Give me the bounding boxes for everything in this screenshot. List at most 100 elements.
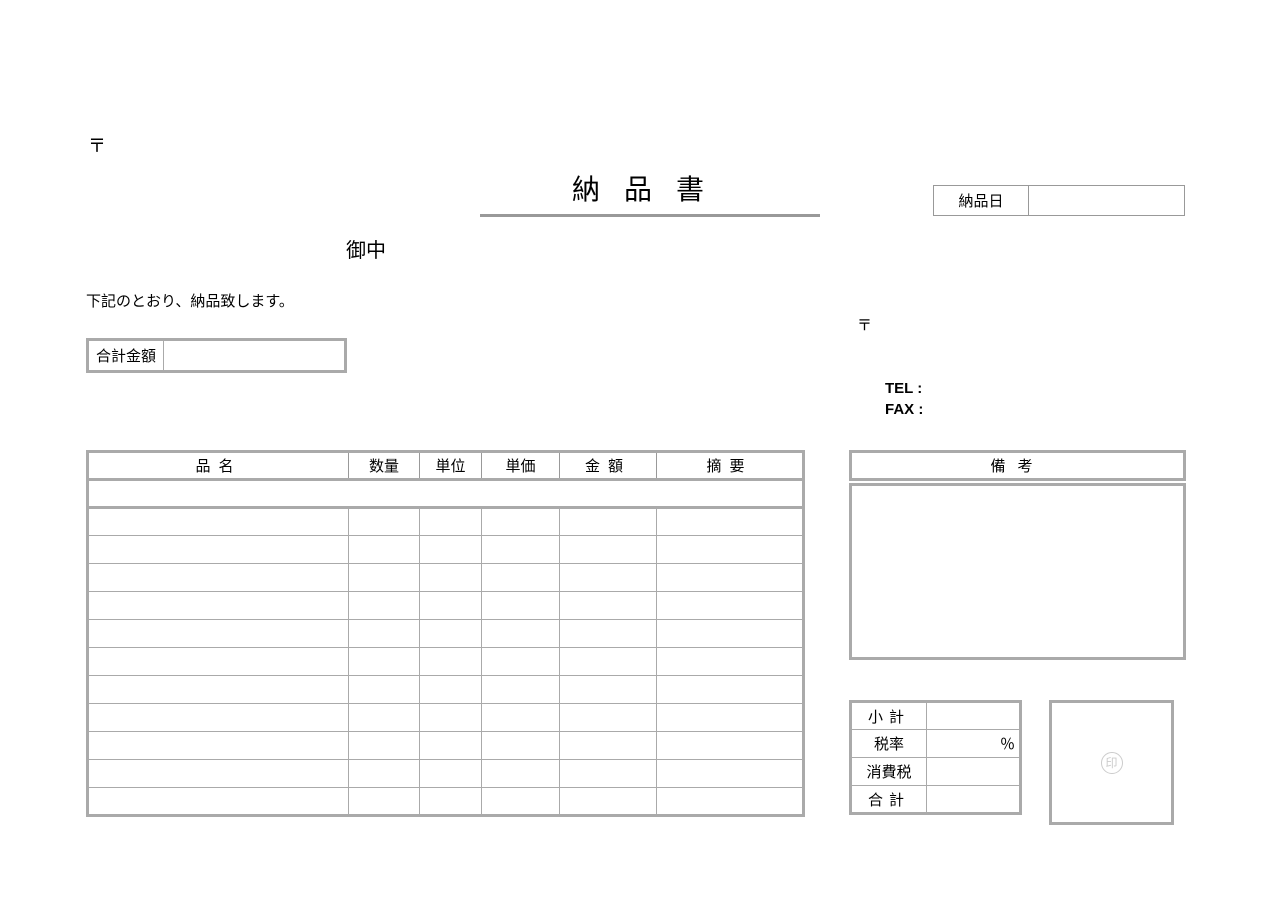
summary-row-subtotal: 小計 bbox=[851, 702, 1021, 730]
table-cell[interactable] bbox=[560, 732, 657, 760]
table-cell[interactable] bbox=[657, 648, 804, 676]
table-cell[interactable] bbox=[657, 508, 804, 536]
table-cell[interactable] bbox=[560, 676, 657, 704]
table-cell[interactable] bbox=[349, 676, 420, 704]
remarks-box[interactable] bbox=[849, 483, 1186, 660]
table-cell[interactable] bbox=[482, 732, 560, 760]
delivery-date-label: 納品日 bbox=[934, 186, 1029, 215]
table-cell[interactable] bbox=[349, 564, 420, 592]
table-cell[interactable] bbox=[657, 592, 804, 620]
table-cell[interactable] bbox=[349, 788, 420, 816]
table-cell[interactable] bbox=[482, 704, 560, 732]
table-cell[interactable] bbox=[420, 536, 482, 564]
table-cell[interactable] bbox=[560, 648, 657, 676]
table-cell[interactable] bbox=[560, 788, 657, 816]
recipient-suffix: 御中 bbox=[346, 234, 386, 263]
table-cell[interactable] bbox=[482, 536, 560, 564]
header-note: 摘要 bbox=[657, 452, 804, 480]
table-cell[interactable] bbox=[349, 620, 420, 648]
table-cell[interactable] bbox=[349, 732, 420, 760]
table-cell[interactable] bbox=[420, 648, 482, 676]
table-cell[interactable] bbox=[349, 536, 420, 564]
table-row bbox=[88, 536, 804, 564]
table-cell[interactable] bbox=[88, 704, 349, 732]
table-cell[interactable] bbox=[482, 592, 560, 620]
table-cell[interactable] bbox=[657, 676, 804, 704]
tel-label: TEL : bbox=[885, 380, 922, 397]
intro-text: 下記のとおり、納品致します。 bbox=[86, 290, 294, 311]
table-cell[interactable] bbox=[560, 508, 657, 536]
delivery-date-value[interactable] bbox=[1029, 186, 1184, 215]
table-cell[interactable] bbox=[88, 788, 349, 816]
table-cell[interactable] bbox=[482, 508, 560, 536]
table-cell[interactable] bbox=[560, 620, 657, 648]
subtotal-label: 小計 bbox=[851, 702, 927, 730]
table-cell[interactable] bbox=[349, 592, 420, 620]
table-cell[interactable] bbox=[420, 704, 482, 732]
stamp-box: 印 bbox=[1049, 700, 1174, 825]
delivery-date-box: 納品日 bbox=[933, 185, 1185, 216]
postal-mark-left: 〒 bbox=[88, 132, 106, 158]
table-cell[interactable] bbox=[482, 620, 560, 648]
table-cell[interactable] bbox=[482, 676, 560, 704]
table-cell[interactable] bbox=[482, 564, 560, 592]
table-row bbox=[88, 704, 804, 732]
tax-value[interactable] bbox=[927, 758, 1021, 786]
table-cell[interactable] bbox=[88, 760, 349, 788]
table-cell[interactable] bbox=[349, 508, 420, 536]
table-cell[interactable] bbox=[420, 732, 482, 760]
table-cell[interactable] bbox=[88, 676, 349, 704]
table-row bbox=[88, 508, 804, 536]
table-cell[interactable] bbox=[560, 760, 657, 788]
table-cell[interactable] bbox=[420, 788, 482, 816]
table-cell[interactable] bbox=[560, 564, 657, 592]
table-cell[interactable] bbox=[349, 648, 420, 676]
table-cell[interactable] bbox=[88, 564, 349, 592]
header-qty: 数量 bbox=[349, 452, 420, 480]
table-cell[interactable] bbox=[657, 788, 804, 816]
header-name: 品名 bbox=[88, 452, 349, 480]
table-cell[interactable] bbox=[420, 508, 482, 536]
taxrate-label: 税率 bbox=[851, 730, 927, 758]
table-cell[interactable] bbox=[88, 620, 349, 648]
total-label: 合計 bbox=[851, 786, 927, 814]
table-cell[interactable] bbox=[560, 536, 657, 564]
table-cell[interactable] bbox=[657, 760, 804, 788]
table-cell[interactable] bbox=[420, 760, 482, 788]
table-row bbox=[88, 732, 804, 760]
summary-row-taxrate: 税率 ％ bbox=[851, 730, 1021, 758]
table-cell[interactable] bbox=[88, 732, 349, 760]
table-cell[interactable] bbox=[482, 648, 560, 676]
table-cell[interactable] bbox=[349, 704, 420, 732]
table-cell[interactable] bbox=[88, 592, 349, 620]
table-cell[interactable] bbox=[88, 536, 349, 564]
total-amount-value[interactable] bbox=[164, 341, 344, 370]
subtotal-value[interactable] bbox=[927, 702, 1021, 730]
table-cell[interactable] bbox=[560, 704, 657, 732]
table-cell[interactable] bbox=[657, 536, 804, 564]
header-price: 単価 bbox=[482, 452, 560, 480]
summary-table: 小計 税率 ％ 消費税 合計 bbox=[849, 700, 1022, 815]
table-row bbox=[88, 788, 804, 816]
table-cell[interactable] bbox=[420, 592, 482, 620]
table-cell[interactable] bbox=[88, 508, 349, 536]
table-cell[interactable] bbox=[657, 620, 804, 648]
table-cell[interactable] bbox=[657, 732, 804, 760]
table-cell[interactable] bbox=[420, 676, 482, 704]
table-cell[interactable] bbox=[482, 760, 560, 788]
document-title: 納品書 bbox=[480, 168, 820, 217]
total-amount-box: 合計金額 bbox=[86, 338, 347, 373]
table-row bbox=[88, 676, 804, 704]
table-cell[interactable] bbox=[420, 564, 482, 592]
table-cell[interactable] bbox=[560, 592, 657, 620]
total-value[interactable] bbox=[927, 786, 1021, 814]
taxrate-value[interactable]: ％ bbox=[927, 730, 1021, 758]
items-header-row: 品名 数量 単位 単価 金額 摘要 bbox=[88, 452, 804, 480]
table-cell[interactable] bbox=[420, 620, 482, 648]
table-cell[interactable] bbox=[657, 704, 804, 732]
table-cell[interactable] bbox=[349, 760, 420, 788]
table-cell[interactable] bbox=[657, 564, 804, 592]
table-cell[interactable] bbox=[482, 788, 560, 816]
table-row bbox=[88, 620, 804, 648]
table-cell[interactable] bbox=[88, 648, 349, 676]
